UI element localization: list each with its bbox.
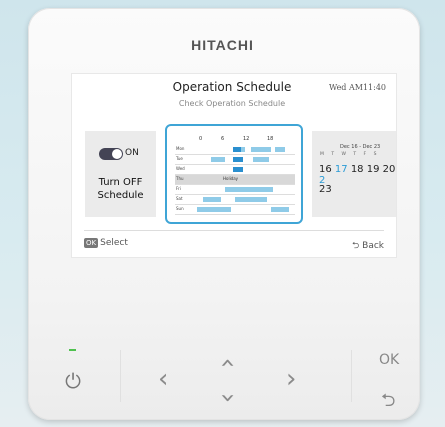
schedule-bar — [233, 167, 243, 172]
chevron-left-icon[interactable]: ‹ — [158, 366, 168, 392]
schedule-bar — [271, 207, 289, 212]
date-range: Dec 16 - Dec 23 — [340, 144, 381, 150]
schedule-bar — [251, 147, 271, 152]
back-hint-label: Back — [362, 241, 384, 251]
back-hint: ⮌ Back — [352, 238, 384, 254]
hour-label: 0 — [199, 136, 203, 142]
calendar-dates: 16 17 18 19 20 2 — [319, 164, 396, 186]
footer-divider — [84, 230, 384, 231]
card-label-line2: Schedule — [97, 190, 144, 201]
day-row: Wed — [175, 165, 295, 175]
toggle-knob — [112, 149, 122, 159]
day-row: Tue — [175, 155, 295, 165]
power-led — [69, 349, 76, 351]
schedule-bar — [211, 157, 225, 162]
day-label: Fri — [176, 186, 181, 191]
schedule-bar — [275, 147, 285, 152]
card-label-line1: Turn OFF — [98, 177, 143, 188]
date-highlight: 17 — [334, 164, 348, 175]
ok-select-label: Select — [100, 238, 128, 248]
schedule-bar — [233, 157, 243, 162]
schedule-bar — [225, 187, 273, 192]
day-label: Wed — [176, 166, 185, 171]
day-row: Sun — [175, 205, 295, 215]
day-label: Tue — [176, 156, 183, 161]
divider — [120, 350, 121, 402]
chevron-up-icon[interactable]: ‹ — [213, 358, 243, 368]
hour-labels: 0 6 12 18 — [199, 136, 295, 144]
schedule-bar — [233, 147, 241, 152]
display-screen: Operation Schedule Check Operation Sched… — [72, 74, 396, 257]
grid-rows: Mon Tue Wed Thu Holiday Fri Sat Sun — [175, 145, 295, 215]
power-icon[interactable]: ⏻ — [60, 368, 86, 394]
schedule-toggle[interactable] — [99, 148, 123, 160]
weekly-schedule-card[interactable]: 0 6 12 18 Mon Tue Wed Thu Holiday Fri Sa… — [165, 124, 303, 224]
day-row: Mon — [175, 145, 295, 155]
back-hint-icon: ⮌ — [352, 241, 360, 251]
calendar-next-row: 23 — [319, 184, 332, 195]
divider — [351, 350, 352, 402]
holiday-label: Holiday — [223, 176, 239, 181]
ok-select-hint: OK Select — [84, 238, 128, 248]
day-label: Sun — [176, 206, 184, 211]
day-label: Mon — [176, 146, 185, 151]
schedule-bar — [235, 197, 267, 202]
page-title: Operation Schedule — [172, 80, 292, 94]
hour-label: 6 — [221, 136, 225, 142]
turn-off-schedule-card[interactable]: ON Turn OFF Schedule — [85, 131, 156, 217]
day-row-holiday: Thu Holiday — [175, 175, 295, 185]
toggle-label: ON — [125, 148, 139, 158]
day-row: Sat — [175, 195, 295, 205]
day-row: Fri — [175, 185, 295, 195]
chevron-right-icon[interactable]: › — [286, 366, 296, 392]
page-subtitle: Check Operation Schedule — [178, 99, 286, 108]
day-label: Sat — [176, 196, 183, 201]
chevron-down-icon[interactable]: › — [213, 393, 243, 403]
schedule-bar — [203, 197, 221, 202]
date-text: 16 — [319, 164, 335, 175]
schedule-grid: 0 6 12 18 Mon Tue Wed Thu Holiday Fri Sa… — [175, 136, 295, 216]
hour-label: 12 — [243, 136, 250, 142]
holiday-calendar-card[interactable]: Dec 16 - Dec 23 M T W T F S 16 17 18 19 … — [312, 131, 396, 217]
brand-logo: HITACHI — [191, 37, 254, 53]
clock-readout: Wed AM11:40 — [329, 83, 386, 92]
weekday-header: M T W T F S — [320, 152, 380, 157]
date-text: 18 19 20 — [347, 164, 396, 175]
ok-badge: OK — [84, 238, 99, 248]
schedule-bar — [197, 207, 231, 212]
schedule-bar — [253, 157, 269, 162]
day-label: Thu — [176, 176, 184, 181]
back-icon[interactable]: ⮌ — [381, 388, 395, 418]
hour-label: 18 — [267, 136, 274, 142]
ok-button[interactable]: OK — [379, 352, 399, 368]
